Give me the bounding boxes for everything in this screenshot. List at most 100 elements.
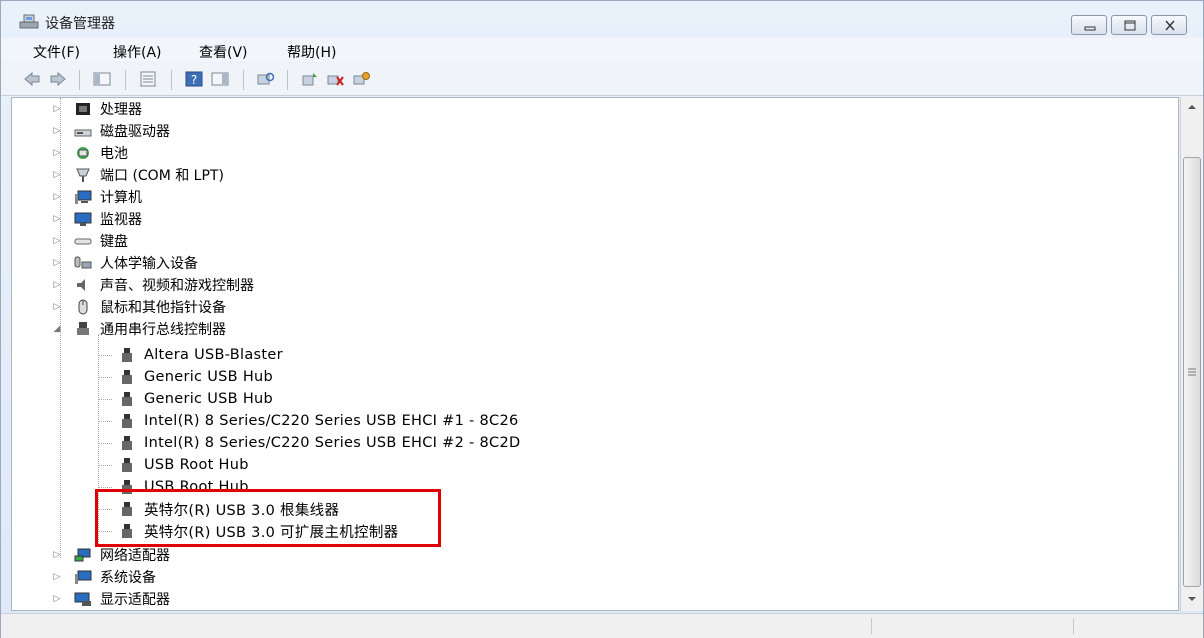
tree-category-cpu[interactable]: ▷ 处理器: [52, 98, 142, 120]
tree-category-disk[interactable]: ▷ 磁盘驱动器: [52, 120, 170, 142]
monitor-icon: [74, 211, 92, 227]
back-arrow-icon[interactable]: [23, 71, 41, 87]
tree-category-label: 处理器: [100, 102, 142, 118]
usb-device-item[interactable]: USB Root Hub: [98, 454, 249, 476]
tree-category-display[interactable]: ▷ 显示适配器: [52, 588, 170, 610]
usb-device-label: Intel(R) 8 Series/C220 Series USB EHCI #…: [144, 413, 519, 429]
scan-hardware-icon[interactable]: [257, 71, 275, 87]
usb-device-label: USB Root Hub: [144, 457, 249, 473]
expand-icon[interactable]: ▷: [52, 148, 62, 158]
usb-device-label: Intel(R) 8 Series/C220 Series USB EHCI #…: [144, 435, 521, 451]
usb-device-item[interactable]: Intel(R) 8 Series/C220 Series USB EHCI #…: [98, 432, 520, 454]
tree-category-keyboard[interactable]: ▷ 键盘: [52, 230, 128, 252]
properties-icon[interactable]: [139, 71, 157, 87]
tree-category-mouse[interactable]: ▷ 鼠标和其他指针设备: [52, 296, 226, 318]
usb-device-item[interactable]: Intel(R) 8 Series/C220 Series USB EHCI #…: [98, 410, 519, 432]
status-bar: [1, 613, 1203, 638]
action-pane-icon[interactable]: [211, 71, 229, 87]
expand-icon[interactable]: ▷: [52, 126, 62, 136]
usb-device-icon: [118, 391, 136, 407]
expand-icon[interactable]: ▷: [52, 214, 62, 224]
close-button[interactable]: [1151, 15, 1187, 35]
help-icon[interactable]: ?: [185, 71, 203, 87]
tree-category-label: 端口 (COM 和 LPT): [100, 168, 224, 184]
minimize-icon: [1084, 26, 1096, 31]
vertical-scrollbar[interactable]: [1180, 97, 1203, 611]
usb-device-label: Generic USB Hub: [144, 391, 274, 407]
tree-category-label: 系统设备: [100, 570, 156, 586]
tree-category-label: 电池: [100, 146, 128, 162]
expand-icon[interactable]: ▷: [52, 572, 62, 582]
tree-category-battery[interactable]: ▷ 电池: [52, 142, 128, 164]
mouse-icon: [74, 299, 92, 315]
maximize-icon: [1124, 20, 1136, 31]
window-title: 设备管理器: [45, 16, 115, 32]
usb-device-icon: [118, 347, 136, 363]
menu-file[interactable]: 文件(F): [33, 42, 80, 62]
expand-icon[interactable]: ▷: [52, 280, 62, 290]
tree-category-label: 网络适配器: [100, 548, 170, 564]
tree-category-network[interactable]: ▷ 网络适配器: [52, 544, 170, 566]
scroll-up-icon[interactable]: [1187, 103, 1197, 111]
tree-category-computer[interactable]: ▷ 计算机: [52, 186, 142, 208]
menu-action[interactable]: 操作(A): [113, 42, 162, 62]
update-driver-icon[interactable]: [301, 71, 319, 87]
usb-device-icon: [118, 413, 136, 429]
expand-icon[interactable]: ▷: [52, 302, 62, 312]
show-hide-console-tree-icon[interactable]: [93, 71, 111, 87]
grip-icon: [1188, 368, 1196, 376]
tree-category-ports[interactable]: ▷ 端口 (COM 和 LPT): [52, 164, 224, 186]
tree-category-label: 键盘: [100, 234, 128, 250]
usb-device-item[interactable]: Generic USB Hub: [98, 388, 273, 410]
menu-help[interactable]: 帮助(H): [287, 42, 336, 62]
forward-arrow-icon[interactable]: [49, 71, 67, 87]
network-adapter-icon: [74, 547, 92, 563]
tree-category-system[interactable]: ▷ 系统设备: [52, 566, 156, 588]
disable-device-icon[interactable]: [353, 71, 371, 87]
tree-category-sound[interactable]: ▷ 声音、视频和游戏控制器: [52, 274, 254, 296]
uninstall-device-icon[interactable]: [327, 71, 345, 87]
title-bar: 设备管理器: [1, 1, 1203, 37]
expand-icon[interactable]: ▷: [52, 192, 62, 202]
status-divider: [871, 618, 872, 634]
device-manager-icon: [19, 14, 39, 29]
expand-icon[interactable]: ▷: [52, 236, 62, 246]
usb-device-icon: [118, 457, 136, 473]
tree-category-monitor[interactable]: ▷ 监视器: [52, 208, 142, 230]
sound-icon: [74, 277, 92, 293]
tree-category-label: 监视器: [100, 212, 142, 228]
maximize-button[interactable]: [1111, 15, 1147, 35]
hid-icon: [74, 255, 92, 271]
usb-device-item[interactable]: Altera USB-Blaster: [98, 344, 283, 366]
expand-icon[interactable]: ▷: [52, 594, 62, 604]
device-manager-window: 设备管理器 文件(F) 操作(A) 查看(V) 帮助(H) ? ▷ 处理器 ▷ …: [0, 0, 1204, 638]
usb-device-label: Generic USB Hub: [144, 369, 274, 385]
usb-icon: [74, 321, 92, 337]
tree-category-usb[interactable]: ◢ 通用串行总线控制器: [52, 318, 226, 340]
expand-icon[interactable]: ▷: [52, 550, 62, 560]
usb-device-icon: [118, 435, 136, 451]
expand-icon[interactable]: ▷: [52, 258, 62, 268]
expand-icon[interactable]: ▷: [52, 170, 62, 180]
keyboard-icon: [74, 233, 92, 249]
usb-device-label: Altera USB-Blaster: [144, 347, 283, 363]
scrollbar-thumb[interactable]: [1183, 157, 1201, 587]
tree-category-label: 鼠标和其他指针设备: [100, 300, 226, 316]
tree-category-label: 通用串行总线控制器: [100, 322, 226, 338]
system-device-icon: [74, 569, 92, 585]
scroll-down-icon[interactable]: [1187, 595, 1197, 603]
toolbar: ?: [1, 63, 1203, 96]
tree-category-hid[interactable]: ▷ 人体学输入设备: [52, 252, 198, 274]
expand-icon[interactable]: ▷: [52, 104, 62, 114]
minimize-button[interactable]: [1071, 15, 1107, 35]
usb-device-item[interactable]: Generic USB Hub: [98, 366, 273, 388]
cpu-icon: [74, 101, 92, 117]
close-icon: [1165, 20, 1175, 31]
usb-device-icon: [118, 369, 136, 385]
svg-text:?: ?: [191, 73, 197, 87]
tree-category-label: 磁盘驱动器: [100, 124, 170, 140]
menu-view[interactable]: 查看(V): [199, 42, 248, 62]
status-divider: [1073, 618, 1074, 634]
collapse-icon[interactable]: ◢: [52, 324, 62, 334]
menu-bar: 文件(F) 操作(A) 查看(V) 帮助(H): [1, 38, 1203, 62]
